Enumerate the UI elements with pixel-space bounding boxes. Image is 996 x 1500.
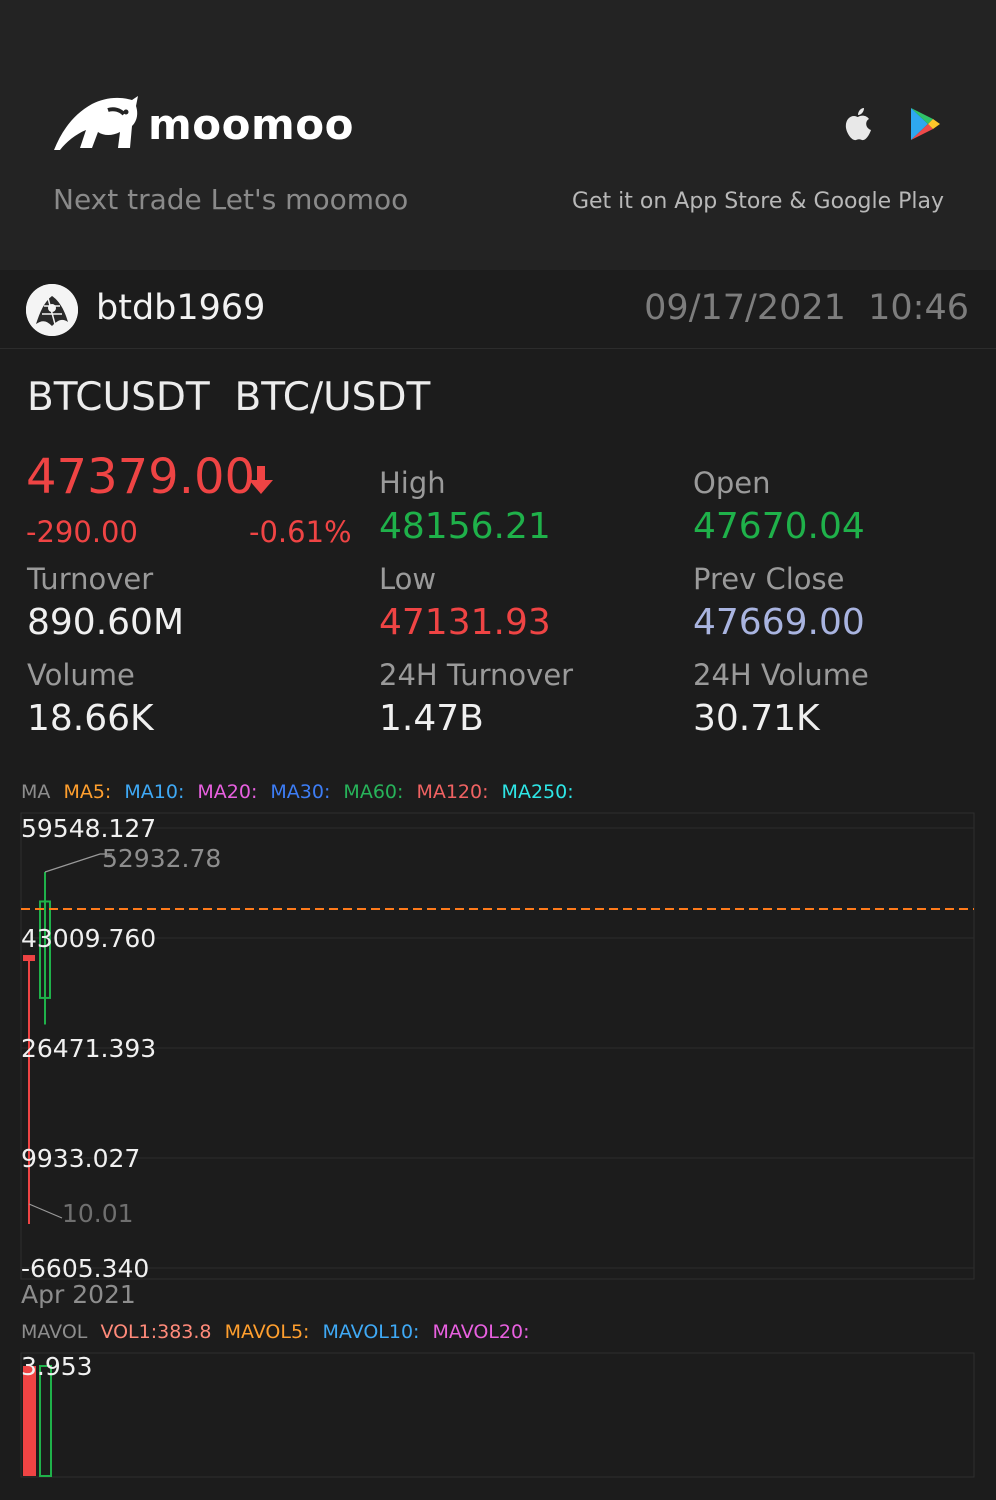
high-label: High (379, 466, 446, 500)
volume-bars (23, 1365, 52, 1477)
max-annotation: 52932.78 (44, 844, 221, 873)
volume-axis-label: 3.953 (21, 1352, 93, 1381)
open-value: 47670.04 (693, 506, 865, 547)
last-price: 47379.00 (26, 449, 256, 505)
prev-close-value: 47669.00 (693, 602, 865, 643)
turnover-24h-label: 24H Turnover (379, 658, 574, 692)
brand-name: moomoo (148, 100, 354, 149)
volume-value: 18.66K (27, 698, 154, 739)
y-axis-tick-label: 59548.127 (21, 814, 156, 843)
google-play-icon[interactable] (908, 106, 942, 142)
avatar-image (26, 284, 78, 336)
username[interactable]: btdb1969 (96, 288, 265, 328)
arrow-down-icon (249, 466, 273, 494)
stock-symbol: BTCUSDT BTC/USDT (27, 375, 431, 420)
bull-logo-icon (54, 96, 138, 150)
max-price-label: 52932.78 (102, 844, 221, 873)
open-label: Open (693, 466, 771, 500)
price-chart[interactable]: 52932.78 10.01 59548.127 43009.760 26471.3… (0, 800, 996, 1300)
high-value: 48156.21 (379, 506, 551, 547)
turnover-24h-value: 1.47B (379, 698, 484, 739)
chart-date-label: Apr 2021 (21, 1280, 136, 1309)
chart-frame (20, 812, 975, 1280)
volume-label: Volume (27, 658, 135, 692)
price-change: -290.00 (26, 515, 138, 549)
volume-chart[interactable] (0, 1340, 996, 1500)
turnover-value: 890.60M (27, 602, 185, 643)
price-change-percent: -0.61% (249, 515, 352, 549)
y-axis-tick-label: -6605.340 (21, 1254, 149, 1283)
tagline: Next trade Let's moomoo (53, 183, 409, 216)
volume-frame (20, 1352, 975, 1478)
prev-close-label: Prev Close (693, 562, 845, 596)
store-availability-text[interactable]: Get it on App Store & Google Play (572, 189, 944, 214)
apple-icon[interactable] (841, 106, 875, 142)
low-value: 47131.93 (379, 602, 551, 643)
volume-bar (39, 1365, 52, 1477)
volume-24h-value: 30.71K (693, 698, 820, 739)
min-price-label: 10.01 (62, 1199, 134, 1228)
y-axis-tick-label: 26471.393 (21, 1034, 156, 1063)
y-axis-tick-label: 43009.760 (21, 924, 156, 953)
turnover-label: Turnover (27, 562, 154, 596)
volume-24h-label: 24H Volume (693, 658, 869, 692)
post-datetime: 09/17/2021 10:46 (644, 288, 969, 328)
avatar[interactable] (26, 284, 78, 336)
candle-body (23, 955, 35, 962)
chart-grid (21, 827, 974, 1269)
low-label: Low (379, 562, 437, 596)
volume-bar (23, 1366, 36, 1476)
min-annotation: 10.01 (28, 1199, 134, 1228)
y-axis-tick-label: 9933.027 (21, 1144, 140, 1173)
